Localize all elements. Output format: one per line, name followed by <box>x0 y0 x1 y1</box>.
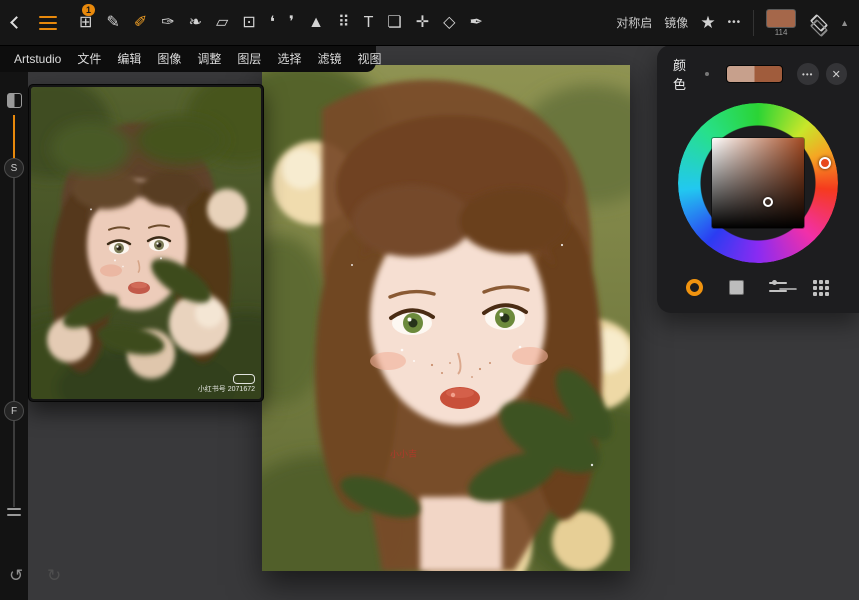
paint-brush-icon[interactable]: ✐ <box>134 14 147 31</box>
color-wheel <box>678 103 838 263</box>
lasso-icon[interactable]: ◇ <box>443 14 455 31</box>
menubar: Artstudio 文件 编辑 图像 调整 图层 选择 滤镜 视图 <box>0 45 381 72</box>
speech-bubble-icon[interactable]: ❏ <box>387 14 401 31</box>
symmetry-toggle[interactable]: 对称启 <box>616 14 652 31</box>
menu-layer[interactable]: 图层 <box>237 50 261 67</box>
shape-icon[interactable]: ▲ <box>308 14 324 31</box>
pencil-set-icon[interactable]: ✎ <box>106 14 119 31</box>
watermark: 小红书号 2071672 <box>197 373 255 394</box>
watermark-text: 小红书号 2071672 <box>197 385 255 393</box>
eyedropper-icon[interactable]: ✒ <box>469 14 482 31</box>
brush-preview-icon[interactable] <box>7 93 22 108</box>
water-drop-icon[interactable]: ❛ <box>270 14 275 31</box>
layers-icon[interactable] <box>808 13 829 37</box>
eraser-icon[interactable]: ▱ <box>216 14 228 31</box>
wet-brush-icon[interactable]: ❧ <box>189 14 202 31</box>
top-toolbar: 1 ⊞ ✎ ✐ ✑ ❧ ▱ ⊡ ❛ ❜ ▲ ⠿ T ❏ ✛ ◇ ✒ 对称启 镜像… <box>0 0 859 45</box>
brush-flow-handle[interactable]: F <box>4 401 24 421</box>
close-panel-icon[interactable]: ✕ <box>825 63 847 85</box>
tools-grid-icon[interactable]: ⊞ <box>79 14 92 31</box>
menu-view[interactable]: 视图 <box>357 50 381 67</box>
redo-icon[interactable]: ↻ <box>47 566 61 586</box>
more-options-icon[interactable]: ••• <box>728 17 742 28</box>
text-icon[interactable]: T <box>364 14 374 31</box>
palette-grid-mode-icon[interactable] <box>811 279 831 297</box>
recent-colors-swatch[interactable] <box>726 65 784 83</box>
saturation-value-square[interactable] <box>712 138 804 228</box>
menu-filter[interactable]: 滤镜 <box>317 50 341 67</box>
color-panel: 颜色 ••• ✕ <box>657 45 859 313</box>
panel-options-icon[interactable]: ••• <box>797 63 819 85</box>
crop-icon[interactable]: ⊡ <box>242 14 255 31</box>
tool-row: ⊞ ✎ ✐ ✑ ❧ ▱ ⊡ ❛ ❜ ▲ ⠿ T ❏ ✛ ◇ ✒ <box>79 14 483 31</box>
artist-signature: 小小吉 <box>389 448 418 460</box>
menu-file[interactable]: 文件 <box>77 50 101 67</box>
undo-icon[interactable]: ↺ <box>9 566 23 586</box>
menu-adjust[interactable]: 调整 <box>197 50 221 67</box>
sliders-mode-icon[interactable] <box>769 279 789 297</box>
transform-icon[interactable]: ✛ <box>416 14 429 31</box>
sv-marker-handle[interactable] <box>763 197 773 207</box>
menu-edit[interactable]: 编辑 <box>117 50 141 67</box>
hue-marker-handle[interactable] <box>819 157 831 169</box>
square-mode-icon[interactable] <box>727 279 747 297</box>
favorites-star-icon[interactable]: ★ <box>700 13 715 33</box>
slider-settings-icon[interactable] <box>7 507 21 517</box>
color-panel-title: 颜色 <box>673 58 687 92</box>
menu-image[interactable]: 图像 <box>157 50 181 67</box>
notification-badge: 1 <box>82 4 96 16</box>
current-color-group: 114 <box>766 8 797 37</box>
color-mode-row <box>657 263 859 297</box>
drag-dot-icon <box>705 72 710 76</box>
brush-size-value: 114 <box>774 27 788 37</box>
toolbar-right-cluster: 对称启 镜像 ★ ••• 114 ▲ <box>616 8 849 37</box>
color-panel-header: 颜色 ••• ✕ <box>657 45 859 93</box>
reference-photo-panel[interactable]: 小红书号 2071672 <box>28 84 264 402</box>
reference-photo: 小红书号 2071672 <box>31 87 261 399</box>
current-color-swatch[interactable] <box>766 8 797 28</box>
main-menu-icon[interactable] <box>39 14 57 32</box>
airbrush-icon[interactable]: ⠿ <box>338 14 350 31</box>
toolbar-divider <box>753 9 755 36</box>
mirror-toggle[interactable]: 镜像 <box>664 14 688 31</box>
wheel-mode-icon[interactable] <box>685 279 705 297</box>
watermark-logo-pill <box>233 373 255 384</box>
collapse-toolbar-icon[interactable]: ▲ <box>840 18 849 28</box>
menu-select[interactable]: 选择 <box>277 50 301 67</box>
smudge-icon[interactable]: ❜ <box>289 14 294 31</box>
left-sidebar: S F <box>0 45 28 600</box>
back-chevron-icon[interactable] <box>10 16 23 29</box>
brush-size-handle[interactable]: S <box>4 158 24 178</box>
painting-canvas[interactable]: 小小吉 <box>262 65 630 571</box>
menu-artstudio[interactable]: Artstudio <box>14 52 61 66</box>
palette-knife-icon[interactable]: ✑ <box>161 14 174 31</box>
